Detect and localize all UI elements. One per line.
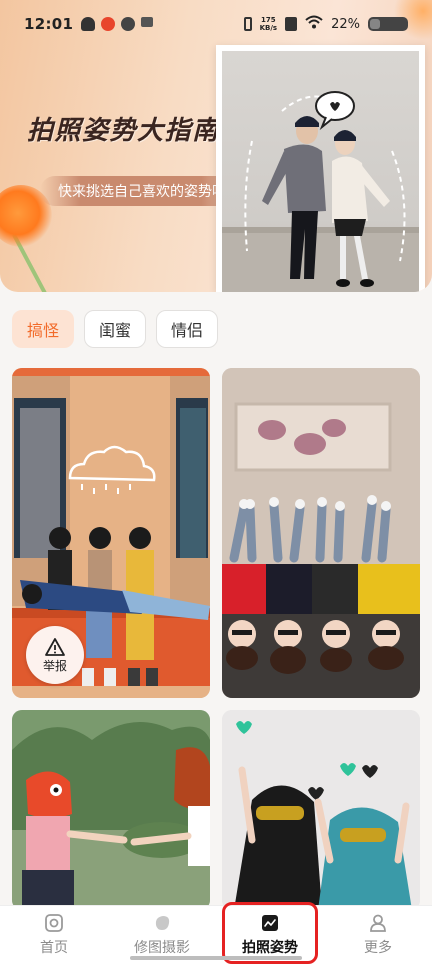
pose-card[interactable] [222,368,420,698]
nav-pose-label: 拍照姿势 [242,940,298,956]
net-speed-value: 175 [261,16,276,24]
camera-square-icon [45,914,63,932]
pose-photo-friends-sofa [222,368,420,698]
tab-gaoguai[interactable]: 搞怪 [12,310,75,348]
link-icon [121,17,136,31]
category-tabs: 搞怪 闺蜜 情侣 [12,310,219,348]
notification-icons [81,17,154,31]
network-speed: 175 KB/s [260,16,277,32]
battery-percent: 22% [331,16,360,32]
crown-icon [141,17,154,27]
status-bar: 12:01 175 KB/s 22% [0,0,432,48]
person-icon [370,914,386,932]
pose-image-icon [262,915,278,931]
pose-photo-fish-heads [12,710,210,910]
nav-more[interactable]: 更多 [324,906,432,964]
wifi-icon [305,15,323,33]
warning-icon [45,637,65,656]
app-screen: 12:01 175 KB/s 22% 拍照姿势大指南 快来挑选自己喜欢的姿势吧 … [0,0,432,964]
hero-banner[interactable]: 12:01 175 KB/s 22% 拍照姿势大指南 快来挑选自己喜欢的姿势吧 [0,0,432,292]
hero-photo-frame [216,45,425,292]
hero-subtitle: 快来挑选自己喜欢的姿势吧 [40,176,242,206]
pose-photo-hoodies-hearts [222,710,420,910]
cloud-icon [81,17,96,31]
report-label: 举报 [42,658,67,673]
pose-card[interactable]: 举报 [12,368,210,698]
couple-photo [222,51,419,292]
weibo-icon [101,17,116,31]
status-time: 12:01 [24,15,74,33]
pose-card[interactable] [12,710,210,910]
nav-more-label: 更多 [364,940,392,956]
pose-card[interactable] [222,710,420,910]
net-speed-unit: KB/s [259,24,278,32]
nav-home-label: 首页 [40,940,68,956]
nav-home[interactable]: 首页 [0,906,108,964]
battery-icon [368,17,408,31]
tab-qinglv[interactable]: 情侣 [156,310,219,348]
nav-edit-photo-label: 修图摄影 [134,940,190,956]
report-button[interactable]: 举报 [26,626,84,684]
sim-icon [285,17,298,31]
hero-title: 拍照姿势大指南 [27,116,220,146]
edit-blob-icon [155,916,170,930]
tab-guimi[interactable]: 闺蜜 [84,310,147,348]
status-right: 175 KB/s 22% [243,15,408,33]
vibrate-icon [243,17,252,31]
home-indicator [130,956,302,960]
